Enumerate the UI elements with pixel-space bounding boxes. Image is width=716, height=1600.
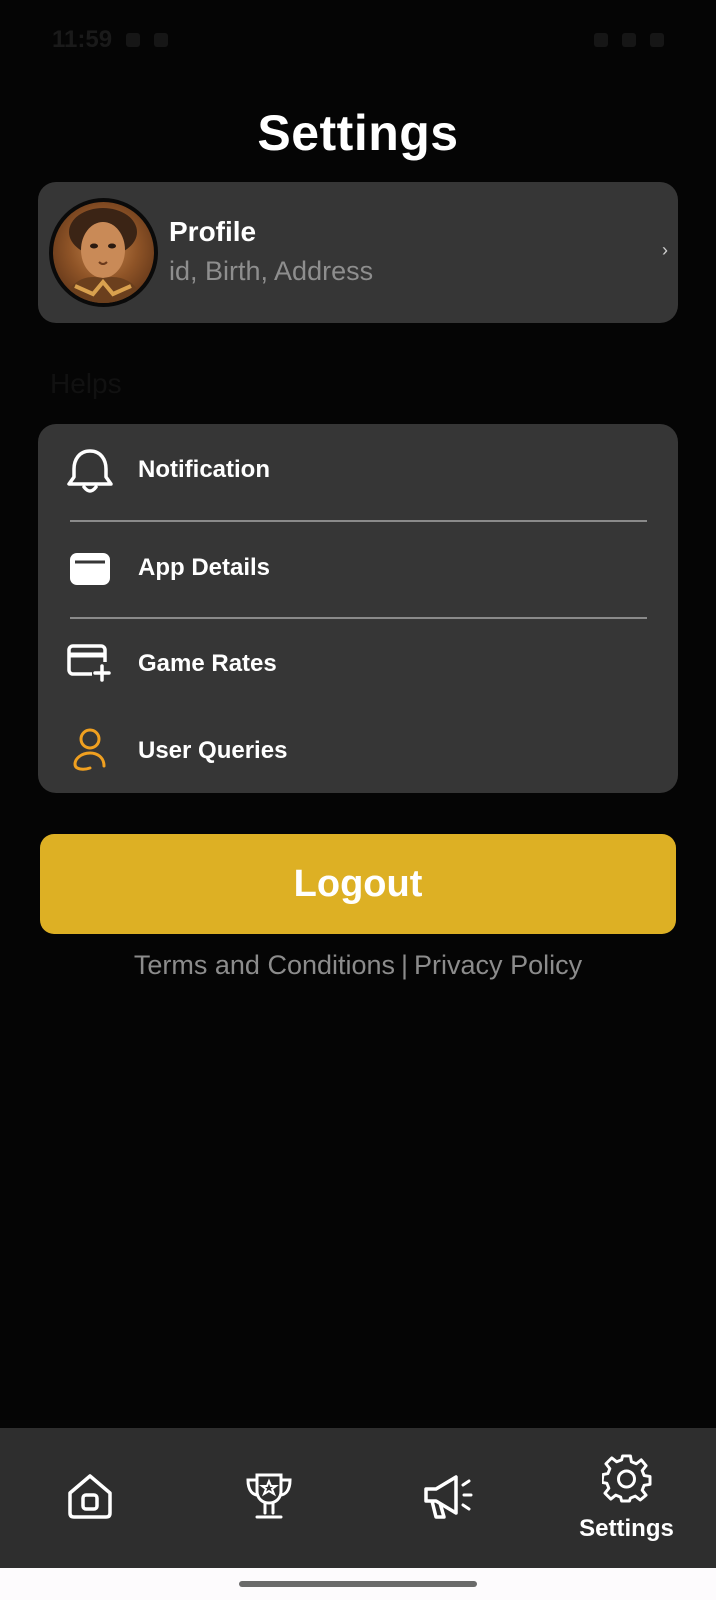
nav-item-label: Settings [579,1514,674,1542]
battery-icon [650,33,664,47]
card-add-icon [64,636,116,688]
privacy-link[interactable]: Privacy Policy [414,950,582,980]
helps-section-label: Helps [50,368,122,399]
help-item-app-details[interactable]: App Details [38,522,678,617]
help-item-label: App Details [138,554,271,581]
bottom-nav: Settings [0,1428,716,1568]
gesture-bar [0,1568,716,1600]
logout-button[interactable]: Logout [40,834,676,934]
legal-separator: | [401,950,409,980]
status-right [594,33,664,47]
nav-item-announcements[interactable] [358,1428,537,1568]
home-indicator[interactable] [239,1581,477,1587]
help-item-user-queries[interactable]: User Queries [38,708,678,793]
avatar [49,198,158,307]
status-notification-icon [154,33,169,47]
megaphone-icon [422,1471,474,1526]
status-time: 11:59 [52,26,113,53]
terms-link[interactable]: Terms and Conditions [134,950,395,980]
helps-card: Notification App Details Game Rates User… [38,424,678,793]
nav-item-settings[interactable]: Settings [537,1428,716,1568]
signal-icon [594,33,608,47]
user-icon [64,723,116,775]
chevron-right-icon: › [662,240,668,260]
legal-links: Terms and Conditions | Privacy Policy [0,950,716,981]
home-icon [65,1471,115,1526]
nav-item-trophy[interactable] [179,1428,358,1568]
wifi-icon [622,33,636,47]
settings-screen: 11:59 Settings Profile id, Birth, Addres… [0,0,716,1600]
help-item-notification[interactable]: Notification [38,424,678,519]
page-title: Settings [257,105,459,161]
profile-card[interactable]: Profile id, Birth, Address › [38,182,678,323]
bell-icon [64,445,116,497]
status-notification-icon [126,33,141,47]
profile-subtitle: id, Birth, Address [169,256,374,286]
divider [70,617,647,619]
gear-icon [600,1453,652,1509]
nav-item-home[interactable] [0,1428,179,1568]
status-left: 11:59 [52,26,169,54]
trophy-icon [243,1469,295,1528]
help-item-label: Game Rates [138,650,277,677]
status-bar: 11:59 [0,0,716,80]
avatar-portrait-image [63,208,145,303]
wallet-icon [64,543,116,595]
help-item-label: User Queries [138,737,288,764]
profile-name: Profile [169,216,257,247]
help-item-label: Notification [138,456,270,483]
help-item-game-rates[interactable]: Game Rates [38,620,678,708]
